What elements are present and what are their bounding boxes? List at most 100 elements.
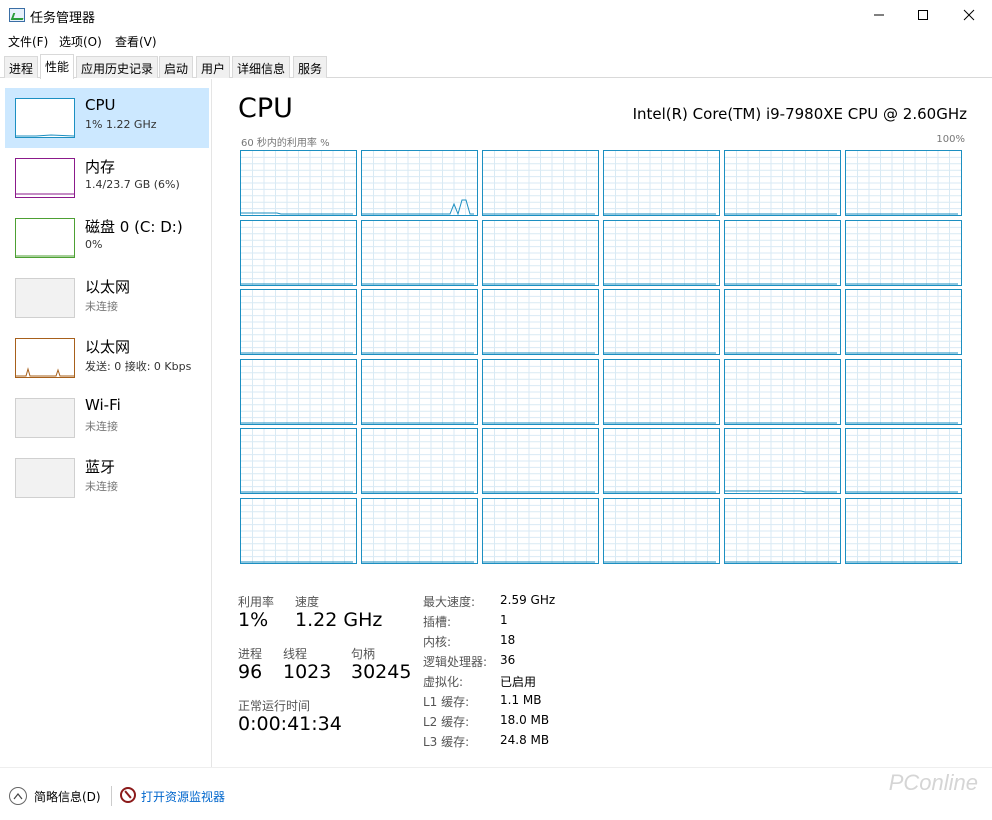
resource-detail: 未连接 bbox=[85, 480, 118, 493]
spec-label: 最大速度: bbox=[423, 595, 476, 609]
logical-processor-graph bbox=[240, 497, 357, 564]
tab-bar: 进程 性能 应用历史记录 启动 用户 详细信息 服务 bbox=[0, 54, 992, 79]
resource-wifi[interactable]: Wi-Fi 未连接 bbox=[5, 388, 209, 448]
logical-processor-graph bbox=[482, 358, 599, 425]
logical-processor-graph bbox=[482, 219, 599, 286]
logical-processor-graph bbox=[361, 358, 478, 425]
resource-ethernet-2[interactable]: 以太网 发送: 0 接收: 0 Kbps bbox=[5, 328, 209, 388]
resource-bluetooth[interactable]: 蓝牙 未连接 bbox=[5, 448, 209, 508]
logical-processor-graph bbox=[724, 428, 841, 494]
handles-label: 句柄 bbox=[351, 647, 376, 661]
resource-name: CPU bbox=[85, 96, 116, 114]
minimize-button[interactable] bbox=[856, 0, 902, 30]
logical-processor-graph bbox=[361, 289, 478, 355]
logical-processor-graph bbox=[845, 358, 962, 425]
logical-processor-graph bbox=[240, 358, 357, 425]
tab-users[interactable]: 用户 bbox=[196, 56, 231, 78]
bluetooth-thumbnail bbox=[15, 458, 75, 498]
ethernet-2-thumbnail bbox=[15, 338, 75, 378]
chevron-up-icon bbox=[13, 793, 23, 800]
resource-detail: 1% 1.22 GHz bbox=[85, 118, 157, 131]
tab-services[interactable]: 服务 bbox=[293, 56, 328, 78]
logical-processor-graph bbox=[361, 219, 478, 286]
resource-cpu[interactable]: CPU 1% 1.22 GHz bbox=[5, 88, 209, 148]
task-manager-icon bbox=[9, 8, 25, 22]
processes-value: 96 bbox=[238, 661, 263, 683]
logical-processor-graph bbox=[603, 219, 720, 286]
logical-processor-grid bbox=[240, 150, 966, 564]
tab-performance[interactable]: 性能 bbox=[40, 54, 75, 79]
resource-detail: 发送: 0 接收: 0 Kbps bbox=[85, 360, 192, 373]
resource-disk[interactable]: 磁盘 0 (C: D:) 0% bbox=[5, 208, 209, 268]
logical-processor-graph bbox=[482, 428, 599, 494]
graph-caption: 60 秒内的利用率 % bbox=[241, 138, 330, 149]
tab-processes[interactable]: 进程 bbox=[4, 56, 39, 78]
menu-file[interactable]: 文件(F) bbox=[8, 33, 48, 50]
spec-label: L1 缓存: bbox=[423, 695, 470, 709]
logical-processor-graph bbox=[845, 219, 962, 286]
logical-processor-graph bbox=[603, 497, 720, 564]
tab-app-history[interactable]: 应用历史记录 bbox=[76, 56, 159, 78]
close-icon bbox=[963, 9, 975, 21]
graph-max-label: 100% bbox=[936, 134, 965, 145]
spec-value: 1.1 MB bbox=[500, 693, 542, 707]
footer-divider bbox=[111, 786, 112, 806]
resource-ethernet-1[interactable]: 以太网 未连接 bbox=[5, 268, 209, 328]
spec-value: 已启用 bbox=[500, 675, 537, 689]
handles-value: 30245 bbox=[351, 661, 412, 683]
tab-details[interactable]: 详细信息 bbox=[232, 56, 291, 78]
spec-value: 36 bbox=[500, 653, 516, 667]
spec-label: L3 缓存: bbox=[423, 735, 470, 749]
spec-value: 18.0 MB bbox=[500, 713, 550, 727]
utilization-value: 1% bbox=[238, 609, 269, 631]
resource-detail: 1.4/23.7 GB (6%) bbox=[85, 178, 180, 191]
maximize-button[interactable] bbox=[900, 0, 946, 30]
wifi-thumbnail bbox=[15, 398, 75, 438]
resource-name: 蓝牙 bbox=[85, 458, 116, 476]
utilization-label: 利用率 bbox=[238, 595, 275, 609]
open-resource-monitor-link[interactable]: 打开资源监视器 bbox=[141, 788, 225, 805]
threads-label: 线程 bbox=[283, 647, 308, 661]
minimize-icon bbox=[874, 14, 884, 16]
resource-name: 以太网 bbox=[85, 278, 131, 296]
threads-value: 1023 bbox=[283, 661, 332, 683]
logical-processor-graph bbox=[482, 289, 599, 355]
spec-label: 逻辑处理器: bbox=[423, 655, 488, 669]
spec-value: 24.8 MB bbox=[500, 733, 550, 747]
cpu-model: Intel(R) Core(TM) i9-7980XE CPU @ 2.60GH… bbox=[632, 105, 967, 123]
logical-processor-graph bbox=[724, 219, 841, 286]
spec-value: 2.59 GHz bbox=[500, 593, 556, 607]
resource-memory[interactable]: 内存 1.4/23.7 GB (6%) bbox=[5, 148, 209, 208]
logical-processor-graph bbox=[724, 358, 841, 425]
spec-label: 内核: bbox=[423, 635, 452, 649]
resource-detail: 未连接 bbox=[85, 420, 118, 433]
watermark-logo: PConline bbox=[888, 770, 978, 795]
resource-list: CPU 1% 1.22 GHz 内存 1.4/23.7 GB (6%) 磁盘 0… bbox=[0, 79, 212, 767]
processes-label: 进程 bbox=[238, 647, 263, 661]
fewer-details-button[interactable] bbox=[9, 787, 27, 805]
logical-processor-graph bbox=[361, 497, 478, 564]
spec-label: L2 缓存: bbox=[423, 715, 470, 729]
disk-thumbnail bbox=[15, 218, 75, 258]
close-button[interactable] bbox=[946, 0, 992, 30]
spec-label: 插槽: bbox=[423, 615, 452, 629]
resource-monitor-icon bbox=[120, 787, 136, 803]
spec-label: 虚拟化: bbox=[423, 675, 464, 689]
menu-view[interactable]: 查看(V) bbox=[115, 33, 157, 50]
uptime-label: 正常运行时间 bbox=[238, 699, 311, 713]
ethernet-1-thumbnail bbox=[15, 278, 75, 318]
fewer-details-label[interactable]: 简略信息(D) bbox=[34, 788, 101, 805]
logical-processor-graph bbox=[603, 428, 720, 494]
logical-processor-graph bbox=[845, 497, 962, 564]
logical-processor-graph bbox=[482, 497, 599, 564]
cpu-thumbnail bbox=[15, 98, 75, 138]
spec-value: 1 bbox=[500, 613, 508, 627]
maximize-icon bbox=[918, 10, 928, 20]
menu-options[interactable]: 选项(O) bbox=[59, 33, 102, 50]
logical-processor-graph bbox=[482, 150, 599, 216]
logical-processor-graph bbox=[240, 150, 357, 216]
logical-processor-graph bbox=[845, 150, 962, 216]
tab-startup[interactable]: 启动 bbox=[159, 56, 194, 78]
logical-processor-graph bbox=[361, 150, 478, 216]
logical-processor-graph bbox=[603, 150, 720, 216]
